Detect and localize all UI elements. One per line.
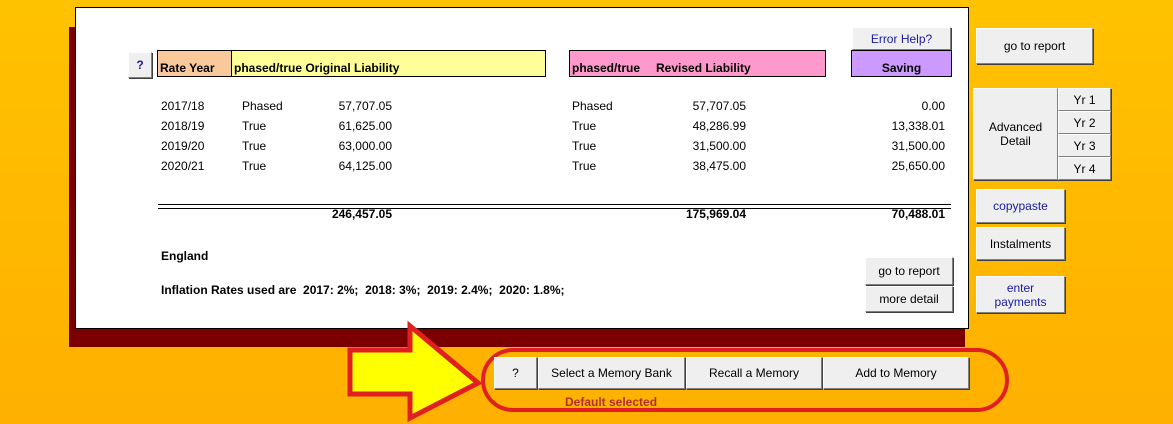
copypaste-button[interactable]: copypaste <box>976 189 1065 223</box>
rate-year-cell: 2020/21 <box>161 159 205 173</box>
panel-go-to-report-button[interactable]: go to report <box>865 257 953 285</box>
original-type-cell: True <box>242 159 267 173</box>
memory-status-text: Default selected <box>565 395 658 409</box>
saving-header: Saving <box>851 50 952 77</box>
total-revised: 175,969.04 <box>685 207 746 221</box>
region-label: England <box>161 249 209 263</box>
results-panel: ? Rate Year phased/true Original Liabili… <box>75 7 969 329</box>
recall-memory-button[interactable]: Recall a Memory <box>686 357 822 389</box>
inflation-rates: Inflation Rates used are 2017: 2%; 2018:… <box>161 283 565 297</box>
revised-type-cell: True <box>572 139 597 153</box>
revised-liability-cell: 38,475.00 <box>692 159 746 173</box>
phased-true-label: phased/true <box>572 61 641 75</box>
original-liability-cell: 61,625.00 <box>338 119 392 133</box>
more-detail-button[interactable]: more detail <box>865 286 953 312</box>
add-to-memory-button[interactable]: Add to Memory <box>823 357 969 389</box>
saving-cell: 25,650.00 <box>891 159 945 173</box>
advanced-detail-button[interactable]: Advanced Detail <box>973 88 1058 180</box>
select-memory-bank-button[interactable]: Select a Memory Bank <box>538 357 685 389</box>
revised-liability-cell: 48,286.99 <box>692 119 746 133</box>
error-help-button[interactable]: Error Help? <box>852 27 951 50</box>
saving-cell: 13,338.01 <box>891 119 945 133</box>
rate-year-header: Rate Year <box>157 50 232 77</box>
original-type-cell: True <box>242 139 267 153</box>
year-3-button[interactable]: Yr 3 <box>1058 134 1111 157</box>
total-saving: 70,488.01 <box>891 207 945 221</box>
memory-help-button[interactable]: ? <box>494 357 537 389</box>
revised-liability-cell: 57,707.05 <box>692 99 746 113</box>
revised-type-cell: True <box>572 119 597 133</box>
total-original: 246,457.05 <box>331 207 392 221</box>
instalments-button[interactable]: Instalments <box>976 227 1065 260</box>
year-1-button[interactable]: Yr 1 <box>1058 88 1111 111</box>
enter-payments-button[interactable]: enter payments <box>976 276 1065 313</box>
revised-type-cell: True <box>572 159 597 173</box>
saving-cell: 0.00 <box>921 99 945 113</box>
revised-liability-cell: 31,500.00 <box>692 139 746 153</box>
totals-divider-bottom <box>158 208 951 209</box>
revised-liability-label: Revised Liability <box>656 61 751 75</box>
original-liability-header: phased/true Original Liability <box>231 50 546 77</box>
help-button[interactable]: ? <box>128 52 152 78</box>
rate-year-cell: 2018/19 <box>161 119 205 133</box>
original-liability-cell: 57,707.05 <box>338 99 392 113</box>
rate-year-cell: 2019/20 <box>161 139 205 153</box>
year-2-button[interactable]: Yr 2 <box>1058 111 1111 134</box>
saving-cell: 31,500.00 <box>891 139 945 153</box>
original-liability-cell: 63,000.00 <box>338 139 392 153</box>
totals-divider <box>158 204 951 205</box>
phased-true-header: phased/true Revised Liability <box>569 50 826 77</box>
original-type-cell: True <box>242 119 267 133</box>
rate-year-cell: 2017/18 <box>161 99 205 113</box>
original-liability-cell: 64,125.00 <box>338 159 392 173</box>
original-type-cell: Phased <box>242 99 283 113</box>
revised-type-cell: Phased <box>572 99 613 113</box>
year-4-button[interactable]: Yr 4 <box>1058 157 1111 180</box>
go-to-report-button[interactable]: go to report <box>976 28 1093 64</box>
